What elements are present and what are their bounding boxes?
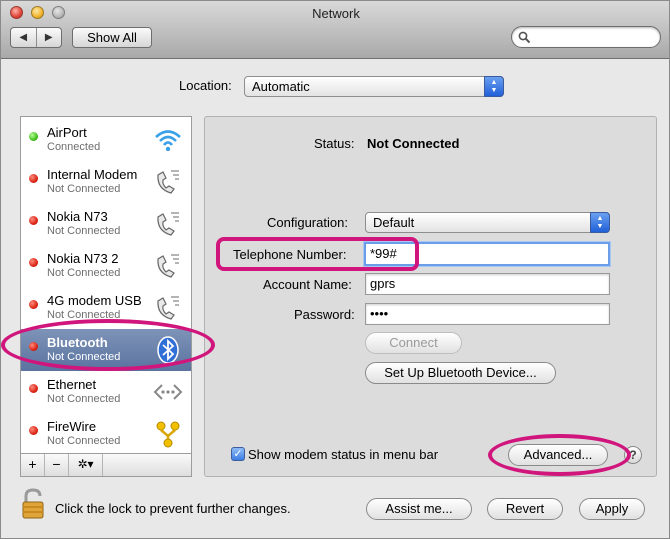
- popup-arrows-icon: ▲ ▼: [590, 212, 610, 233]
- toolbar: Network ◀ ▶ Show All: [1, 1, 669, 59]
- show-all-button[interactable]: Show All: [72, 27, 152, 48]
- service-status: Not Connected: [47, 435, 121, 447]
- connect-button[interactable]: Connect: [365, 332, 462, 354]
- password-field[interactable]: ••••: [365, 303, 610, 325]
- status-dot-icon: [29, 384, 38, 393]
- status-dot-icon: [29, 426, 38, 435]
- show-modem-status-label: Show modem status in menu bar: [248, 447, 439, 462]
- configuration-value: Default: [373, 215, 415, 230]
- assist-me-button[interactable]: Assist me...: [366, 498, 472, 520]
- setup-bluetooth-device-button[interactable]: Set Up Bluetooth Device...: [365, 362, 556, 384]
- status-label: Status:: [314, 136, 355, 151]
- service-name: FireWire: [47, 419, 97, 434]
- service-airport[interactable]: AirPort Connected: [21, 119, 191, 161]
- popup-arrows-icon: ▲ ▼: [484, 76, 504, 97]
- add-service-button[interactable]: +: [21, 454, 45, 476]
- status-dot-icon: [29, 132, 38, 141]
- status-dot-icon: [29, 216, 38, 225]
- phone-icon: [157, 254, 179, 278]
- status-value: Not Connected: [367, 136, 460, 151]
- service-list-items: AirPort Connected Internal Modem Not Con…: [21, 117, 191, 453]
- service-internal-modem[interactable]: Internal Modem Not Connected: [21, 161, 191, 203]
- account-name-field[interactable]: gprs: [365, 273, 610, 295]
- service-name: Nokia N73 2: [47, 251, 119, 266]
- configuration-popup[interactable]: Default ▲ ▼: [365, 212, 610, 233]
- status-dot-icon: [29, 174, 38, 183]
- remove-service-button[interactable]: −: [45, 454, 69, 476]
- window-title: Network: [312, 6, 360, 21]
- back-button[interactable]: ◀: [11, 28, 36, 47]
- service-status: Not Connected: [47, 225, 121, 237]
- lock-message: Click the lock to prevent further change…: [55, 501, 291, 516]
- status-dot-icon: [29, 300, 38, 309]
- service-name: AirPort: [47, 125, 87, 140]
- back-forward-control: ◀ ▶: [10, 27, 62, 48]
- forward-button[interactable]: ▶: [35, 28, 62, 47]
- service-list-footer: + − ✲▾: [21, 453, 191, 476]
- search-input[interactable]: [511, 26, 661, 48]
- service-name: Nokia N73: [47, 209, 108, 224]
- service-firewire[interactable]: FireWire Not Connected: [21, 413, 191, 453]
- phone-icon: [157, 170, 179, 194]
- service-status: Connected: [47, 141, 101, 153]
- wifi-icon: [155, 130, 181, 152]
- service-nokia-n73-2[interactable]: Nokia N73 2 Not Connected: [21, 245, 191, 287]
- account-name-label: Account Name:: [263, 277, 352, 292]
- service-name: Internal Modem: [47, 167, 138, 182]
- service-status: Not Connected: [47, 183, 121, 195]
- status-dot-icon: [29, 258, 38, 267]
- password-label: Password:: [294, 307, 355, 322]
- service-status: Not Connected: [47, 267, 121, 279]
- location-label: Location:: [179, 78, 232, 93]
- annotation-advanced-ellipse: [488, 434, 631, 476]
- lock-icon[interactable]: [21, 488, 47, 522]
- phone-icon: [157, 296, 179, 320]
- service-status: Not Connected: [47, 393, 121, 405]
- service-name: Ethernet: [47, 377, 97, 392]
- service-list: AirPort Connected Internal Modem Not Con…: [20, 116, 192, 477]
- annotation-bluetooth-ellipse: [1, 319, 215, 371]
- search-icon: [518, 31, 531, 44]
- configuration-label: Configuration:: [267, 215, 348, 230]
- apply-button[interactable]: Apply: [579, 498, 645, 520]
- revert-button[interactable]: Revert: [487, 498, 563, 520]
- location-value: Automatic: [252, 79, 310, 94]
- gear-icon[interactable]: ✲▾: [69, 454, 103, 476]
- show-modem-status-checkbox[interactable]: ✓: [231, 447, 245, 461]
- ethernet-icon: [153, 384, 183, 400]
- service-nokia-n73[interactable]: Nokia N73 Not Connected: [21, 203, 191, 245]
- firewire-icon: [156, 421, 180, 448]
- annotation-telephone-highlight: [216, 237, 419, 271]
- phone-icon: [157, 212, 179, 236]
- detail-pane: [204, 116, 657, 477]
- location-popup[interactable]: Automatic ▲ ▼: [244, 76, 504, 97]
- service-name: 4G modem USB: [47, 293, 142, 308]
- network-preferences-window: Network ◀ ▶ Show All Location: Automatic…: [0, 0, 670, 539]
- service-ethernet[interactable]: Ethernet Not Connected: [21, 371, 191, 413]
